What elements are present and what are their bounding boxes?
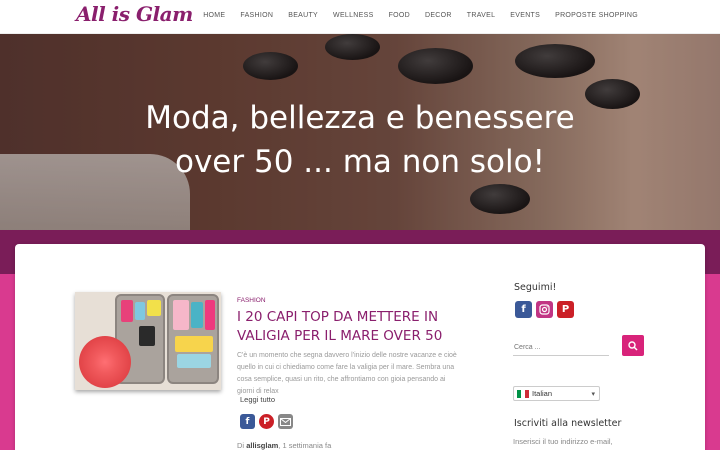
post-date: , 1 settimania fa xyxy=(278,441,332,450)
newsletter-text: Inserisci il tuo indirizzo e-mail, xyxy=(513,437,613,446)
search-icon xyxy=(628,340,638,351)
hero-banner: Moda, bellezza e benessere over 50 ... m… xyxy=(0,34,720,230)
search-button[interactable] xyxy=(622,335,644,356)
facebook-icon[interactable]: f xyxy=(240,414,255,429)
language-select[interactable]: Italian ▾ xyxy=(513,386,600,401)
search-input[interactable] xyxy=(513,340,609,356)
nav-item-decor[interactable]: DECOR xyxy=(425,12,452,19)
pinterest-icon[interactable]: P xyxy=(259,414,274,429)
post-thumbnail[interactable] xyxy=(75,292,221,390)
hero-title: Moda, bellezza e benessere over 50 ... m… xyxy=(145,100,575,180)
post-author[interactable]: allisglam xyxy=(246,441,278,450)
site-logo[interactable]: All is Glam xyxy=(76,2,193,26)
post-title[interactable]: I 20 CAPI TOP DA METTERE IN VALIGIA PER … xyxy=(237,308,447,346)
nav-item-events[interactable]: EVENTS xyxy=(510,12,540,19)
follow-heading: Seguimi! xyxy=(514,282,557,293)
chevron-down-icon: ▾ xyxy=(591,391,595,398)
nav-item-travel[interactable]: TRAVEL xyxy=(467,12,496,19)
pinterest-icon[interactable]: P xyxy=(557,301,574,318)
nav-item-fashion[interactable]: FASHION xyxy=(240,12,273,19)
site-header: All is Glam HOME FASHION BEAUTY WELLNESS… xyxy=(0,0,720,34)
nav-item-home[interactable]: HOME xyxy=(203,12,225,19)
main-nav: HOME FASHION BEAUTY WELLNESS FOOD DECOR … xyxy=(188,12,638,19)
nav-item-wellness[interactable]: WELLNESS xyxy=(333,12,374,19)
italy-flag-icon xyxy=(517,389,529,398)
newsletter-heading: Iscriviti alla newsletter xyxy=(514,418,622,429)
nav-item-food[interactable]: FOOD xyxy=(389,12,410,19)
instagram-icon[interactable] xyxy=(536,301,553,318)
content-card: FASHION I 20 CAPI TOP DA METTERE IN VALI… xyxy=(15,244,705,450)
email-icon[interactable] xyxy=(278,414,293,429)
post-share-bar: f P xyxy=(240,414,293,429)
nav-item-beauty[interactable]: BEAUTY xyxy=(288,12,318,19)
facebook-icon[interactable]: f xyxy=(515,301,532,318)
post-excerpt: C'è un momento che segna davvero l'inizi… xyxy=(237,352,457,395)
nav-item-proposte-shopping[interactable]: PROPOSTE SHOPPING xyxy=(555,12,638,19)
post-category[interactable]: FASHION xyxy=(237,297,266,304)
read-more-link[interactable]: Leggi tutto xyxy=(240,395,275,404)
post-byline: Di allisglam, 1 settimania fa xyxy=(237,441,332,450)
social-links: f P xyxy=(515,301,574,318)
